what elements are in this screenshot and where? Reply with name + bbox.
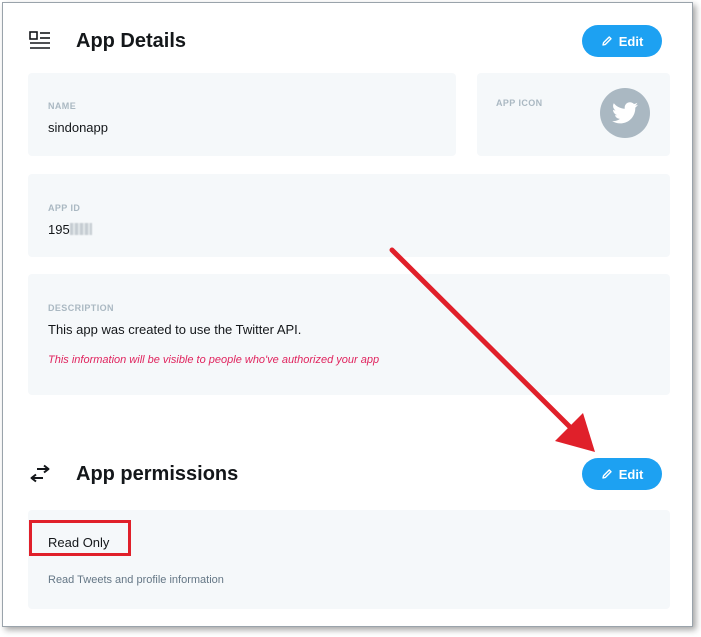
name-value: sindonapp <box>48 120 108 135</box>
app-permissions-header: App permissions Edit <box>29 458 662 490</box>
app-permissions-title: App permissions <box>76 462 239 485</box>
permission-description: Read Tweets and profile information <box>48 574 224 586</box>
details-list-icon <box>29 30 51 52</box>
name-label: NAME <box>48 101 77 111</box>
description-value: This app was created to use the Twitter … <box>48 322 302 337</box>
swap-arrows-icon <box>29 463 51 485</box>
name-card: NAME sindonapp <box>28 73 456 156</box>
app-details-header: App Details Edit <box>29 25 662 57</box>
edit-button-label: Edit <box>618 466 644 482</box>
pencil-icon <box>602 469 612 479</box>
twitter-bird-icon <box>612 102 638 124</box>
description-label: DESCRIPTION <box>48 303 114 313</box>
edit-app-details-button[interactable]: Edit <box>582 25 662 57</box>
app-settings-panel: App Details Edit NAME sindonapp APP ICON… <box>2 2 693 627</box>
app-icon-avatar <box>600 88 650 138</box>
app-icon-card: APP ICON <box>477 73 670 156</box>
edit-button-label: Edit <box>618 33 644 49</box>
app-id-label: APP ID <box>48 203 81 213</box>
app-details-title: App Details <box>76 29 187 52</box>
app-id-card: APP ID 195 <box>28 174 670 257</box>
permission-value: Read Only <box>48 535 110 550</box>
edit-app-permissions-button[interactable]: Edit <box>582 458 662 490</box>
pencil-icon <box>602 36 612 46</box>
description-card: DESCRIPTION This app was created to use … <box>28 274 670 395</box>
annotation-highlight-box <box>29 520 131 556</box>
app-id-value: 195 <box>48 222 670 237</box>
visibility-note: This information will be visible to peop… <box>48 354 380 366</box>
app-id-text: 195 <box>48 222 70 237</box>
redacted-blur <box>69 223 92 235</box>
